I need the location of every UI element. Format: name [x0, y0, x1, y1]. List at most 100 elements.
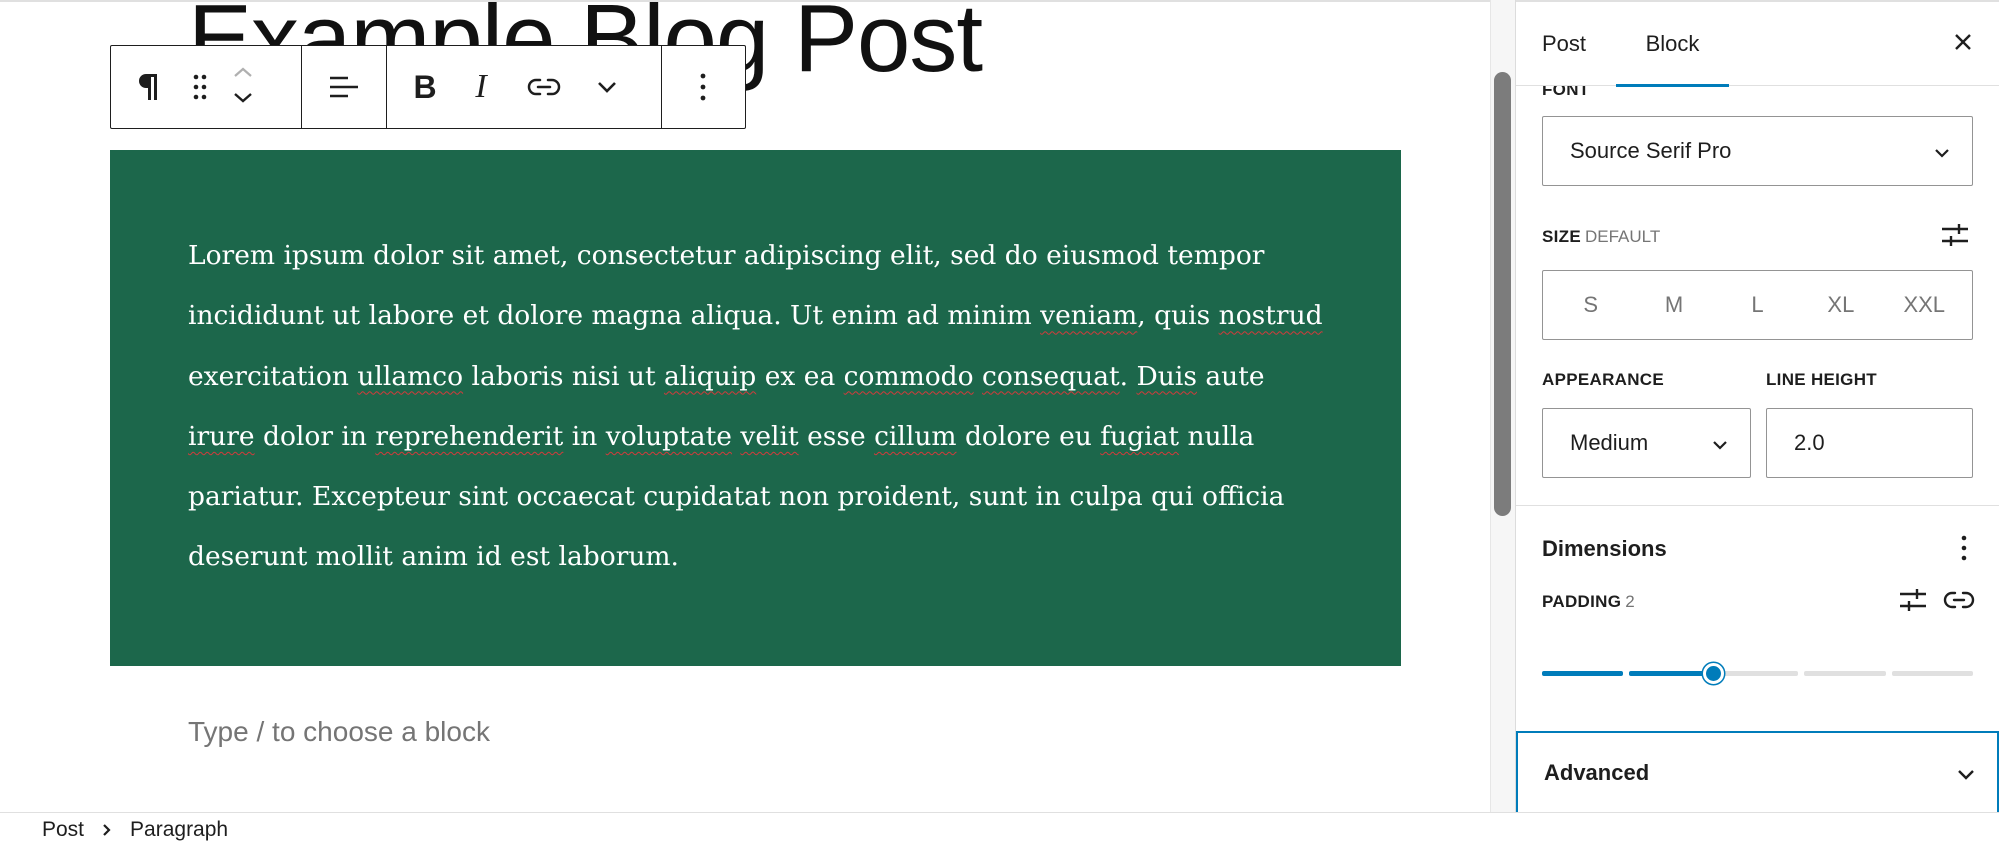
- custom-size-button[interactable]: [1937, 222, 1973, 252]
- block-options-button[interactable]: [675, 46, 731, 128]
- chevron-down-icon: [1934, 138, 1950, 164]
- padding-header: PADDING 2: [1542, 592, 1635, 612]
- misspelled-word: fugiat: [1100, 420, 1180, 452]
- settings-sidebar: Post Block FONT Source Serif Pro SIZE DE…: [1516, 0, 1999, 812]
- breadcrumb: Post Paragraph: [0, 812, 1999, 847]
- text-segment: .: [1119, 360, 1137, 392]
- misspelled-word: velit: [740, 420, 799, 452]
- slider-step: [1804, 671, 1886, 676]
- tab-post[interactable]: Post: [1542, 2, 1586, 86]
- line-height-label: LINE HEIGHT: [1766, 370, 1877, 389]
- chevron-down-icon: [1712, 430, 1728, 456]
- breadcrumb-item-post[interactable]: Post: [42, 818, 84, 842]
- text-segment: dolor in: [254, 420, 376, 452]
- paragraph-icon: [137, 72, 161, 102]
- misspelled-word: nostrud: [1218, 300, 1323, 332]
- size-option-xxl[interactable]: XXL: [1899, 292, 1949, 318]
- options-kebab-icon: [700, 72, 706, 102]
- more-formatting-chevron-icon: [596, 80, 618, 94]
- text-segment: exercitation: [188, 360, 358, 392]
- misspelled-word: veniam: [1040, 300, 1138, 332]
- align-left-icon: [328, 74, 360, 100]
- text-segment: ex ea: [756, 360, 844, 392]
- block-toolbar-group-block: [111, 46, 302, 128]
- text-segment: in: [563, 420, 606, 452]
- misspelled-word: commodo: [843, 360, 974, 392]
- link-icon: [527, 77, 561, 97]
- text-segment: dolore eu: [956, 420, 1101, 452]
- options-kebab-icon: [1961, 534, 1967, 567]
- paragraph-text[interactable]: Lorem ipsum dolor sit amet, consectetur …: [188, 226, 1323, 588]
- italic-icon: I: [475, 68, 487, 105]
- misspelled-word: reprehenderit: [375, 420, 564, 452]
- misspelled-word: ullamco: [357, 360, 464, 392]
- font-size-toggle-group: S M L XL XXL: [1542, 270, 1973, 340]
- block-movers: [223, 46, 263, 128]
- font-family-value: Source Serif Pro: [1570, 138, 1732, 163]
- close-icon: [1953, 32, 1973, 57]
- tab-block[interactable]: Block: [1616, 2, 1729, 87]
- unlink-sides-button[interactable]: [1941, 586, 1977, 618]
- sliders-icon: [1941, 222, 1969, 253]
- italic-button[interactable]: I: [453, 46, 509, 128]
- custom-padding-button[interactable]: [1895, 586, 1931, 618]
- block-toolbar-group-align: [302, 46, 387, 128]
- close-sidebar-button[interactable]: [1943, 24, 1983, 64]
- line-height-input[interactable]: 2.0: [1766, 408, 1973, 478]
- chevron-right-icon: [102, 823, 112, 837]
- size-label: SIZE: [1542, 227, 1581, 246]
- line-height-value: 2.0: [1794, 430, 1825, 455]
- block-toolbar-group-options: [662, 46, 744, 128]
- padding-value: 2: [1625, 592, 1635, 611]
- bold-icon: B: [413, 68, 437, 105]
- advanced-panel-toggle[interactable]: Advanced: [1516, 731, 1999, 812]
- bold-button[interactable]: B: [397, 46, 453, 128]
- text-segment: [974, 361, 982, 392]
- font-size-header: SIZE DEFAULT: [1542, 222, 1973, 252]
- chevron-down-icon: [1957, 760, 1975, 786]
- paragraph-block[interactable]: Lorem ipsum dolor sit amet, consectetur …: [110, 150, 1401, 666]
- advanced-title: Advanced: [1544, 759, 1650, 785]
- drag-handle-icon: [192, 73, 208, 101]
- dimensions-options-button[interactable]: [1949, 532, 1979, 568]
- drag-block-button[interactable]: [177, 46, 223, 128]
- size-option-xl[interactable]: XL: [1816, 292, 1866, 318]
- misspelled-word: Duis: [1136, 360, 1197, 392]
- slider-step: [1891, 671, 1973, 676]
- padding-label: PADDING: [1542, 592, 1622, 611]
- misspelled-word: aliquip: [664, 360, 757, 392]
- text-segment: , quis: [1137, 300, 1219, 332]
- size-value: DEFAULT: [1585, 227, 1661, 246]
- align-text-button[interactable]: [316, 46, 372, 128]
- appearance-value: Medium: [1570, 430, 1649, 455]
- link-button[interactable]: [509, 46, 579, 128]
- transform-block-button[interactable]: [121, 46, 177, 128]
- text-segment: laboris nisi ut: [463, 360, 665, 392]
- move-down-icon[interactable]: [233, 91, 253, 109]
- text-segment: esse: [798, 420, 875, 452]
- slider-step: [1629, 671, 1711, 676]
- padding-slider[interactable]: [1542, 663, 1973, 687]
- sliders-icon: [1899, 587, 1927, 618]
- padding-slider-thumb[interactable]: [1703, 663, 1725, 684]
- canvas-scrollbar-thumb[interactable]: [1494, 72, 1511, 516]
- dimensions-title: Dimensions: [1542, 536, 1667, 561]
- size-option-m[interactable]: M: [1649, 292, 1699, 318]
- more-formatting-button[interactable]: [579, 46, 635, 128]
- link-icon: [1943, 590, 1975, 615]
- font-family-select[interactable]: Source Serif Pro: [1542, 116, 1973, 186]
- misspelled-word: voluptate: [605, 420, 732, 452]
- dimensions-panel: Dimensions PADDING 2: [1516, 505, 1999, 731]
- breadcrumb-item-paragraph[interactable]: Paragraph: [130, 818, 228, 842]
- appearance-select[interactable]: Medium: [1542, 408, 1751, 478]
- slider-step: [1542, 671, 1624, 676]
- misspelled-word: consequat: [982, 360, 1120, 392]
- appearance-label: APPEARANCE: [1542, 370, 1665, 389]
- block-appender-placeholder[interactable]: Type / to choose a block: [188, 716, 490, 748]
- size-option-s[interactable]: S: [1566, 292, 1616, 318]
- text-segment: aute: [1196, 360, 1265, 392]
- move-up-icon[interactable]: [233, 65, 253, 83]
- size-option-l[interactable]: L: [1732, 292, 1782, 318]
- block-toolbar: B I: [110, 45, 746, 129]
- editor-canvas: Example Blog Post: [0, 0, 1490, 812]
